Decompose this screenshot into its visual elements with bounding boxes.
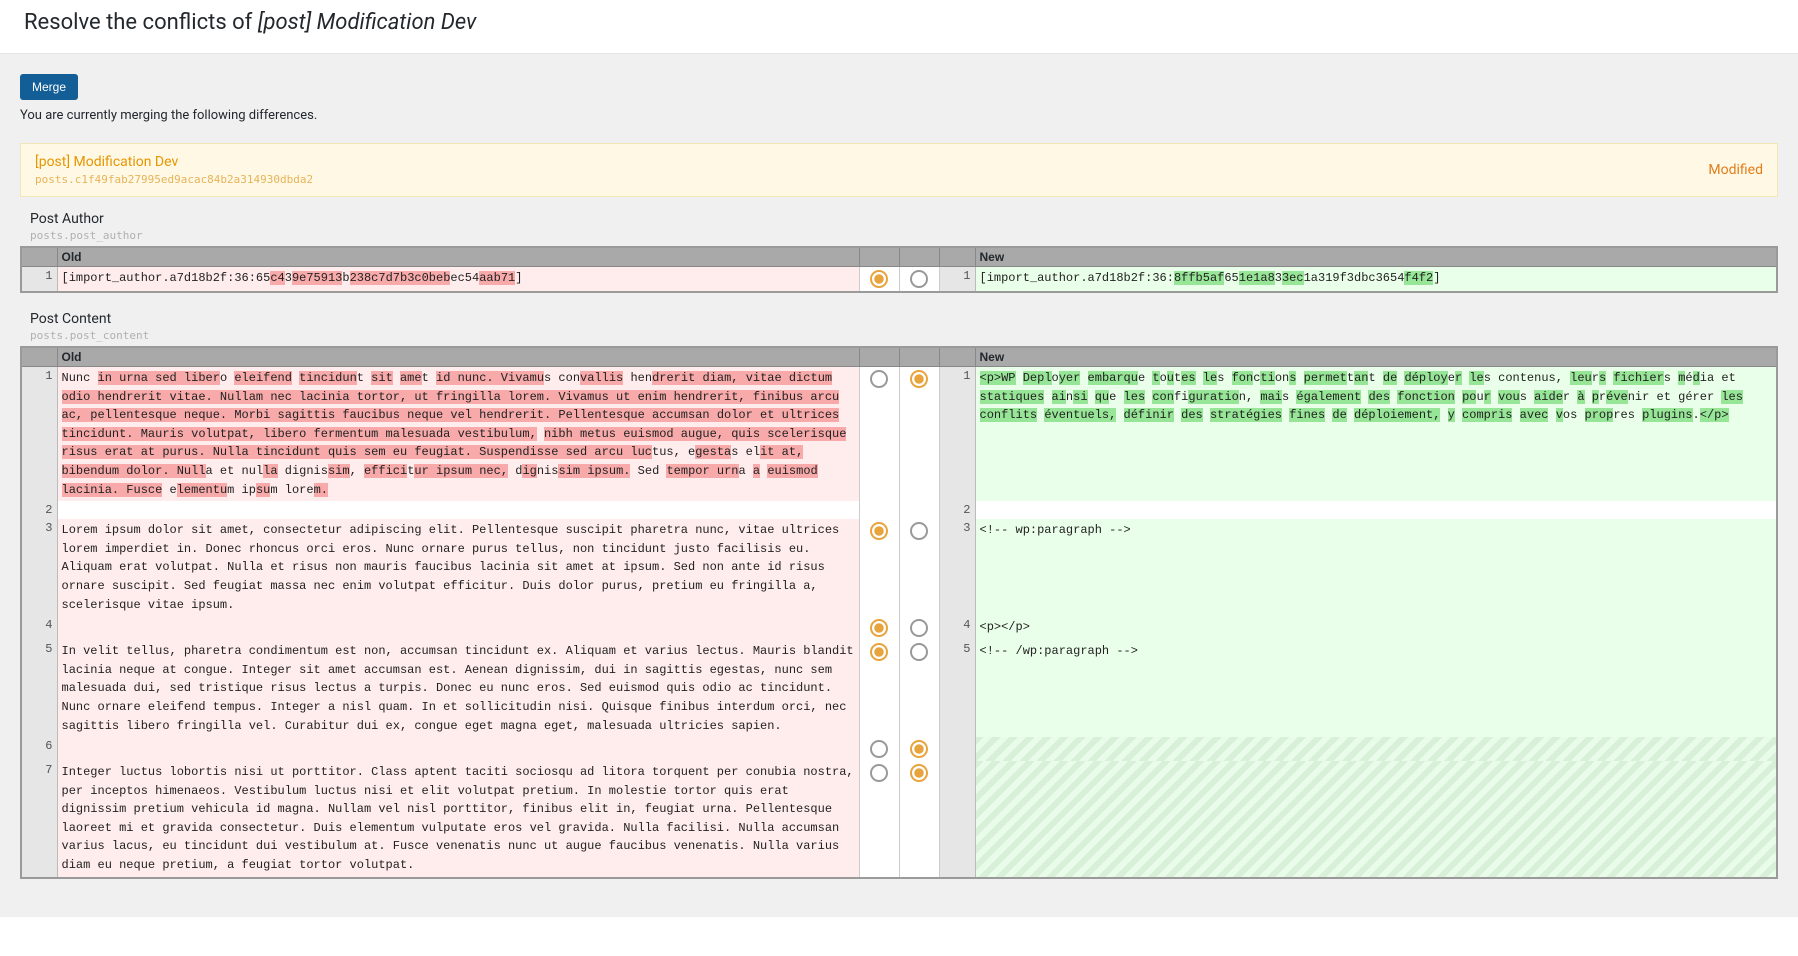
diff-old-cell — [57, 501, 859, 519]
line-number: 1 — [21, 267, 57, 293]
content-diff-table: Old New 1Nunc in urna sed libero eleifen… — [20, 346, 1778, 879]
select-new-radio[interactable] — [910, 370, 928, 388]
line-number: 4 — [939, 616, 975, 640]
diff-new-cell: <p></p> — [975, 616, 1777, 640]
author-new-head: New — [975, 247, 1777, 267]
select-new-radio[interactable] — [910, 643, 928, 661]
line-number: 4 — [21, 616, 57, 640]
line-number — [939, 761, 975, 878]
diff-new-cell — [975, 761, 1777, 878]
intro-text: You are currently merging the following … — [20, 108, 1778, 123]
author-old-value: [import_author.a7d18b2f:36:65c439e75913b… — [57, 267, 859, 293]
diff-old-cell — [57, 737, 859, 761]
line-number: 3 — [21, 519, 57, 616]
line-number — [939, 737, 975, 761]
select-new-radio[interactable] — [910, 619, 928, 637]
banner-status: Modified — [1708, 162, 1763, 178]
diff-old-cell: Integer luctus lobortis nisi ut porttito… — [57, 761, 859, 878]
banner-hash: posts.c1f49fab27995ed9acac84b2a314930dbd… — [35, 173, 1763, 186]
content-old-head: Old — [57, 347, 859, 367]
select-old-radio[interactable] — [870, 619, 888, 637]
page-header: Resolve the conflicts of [post] Modifica… — [0, 0, 1798, 54]
select-old-radio[interactable] — [870, 643, 888, 661]
select-new-radio[interactable] — [910, 522, 928, 540]
author-sublabel: posts.post_author — [20, 229, 1778, 242]
content-new-head: New — [975, 347, 1777, 367]
author-old-head: Old — [57, 247, 859, 267]
banner-title: [post] Modification Dev — [35, 154, 1763, 170]
author-new-value: [import_author.a7d18b2f:36:8ffb5af651e1a… — [975, 267, 1777, 293]
author-diff-table: Old New 1 [import_author.a7d18b2f:36:65c… — [20, 246, 1778, 293]
main-area: Merge You are currently merging the foll… — [0, 54, 1798, 917]
author-label: Post Author — [20, 211, 1778, 227]
diff-new-cell: <!-- /wp:paragraph --> — [975, 640, 1777, 737]
diff-old-cell: In velit tellus, pharetra condimentum es… — [57, 640, 859, 737]
line-number: 2 — [939, 501, 975, 519]
line-number: 1 — [21, 367, 57, 502]
select-new-radio[interactable] — [910, 764, 928, 782]
diff-old-cell: Nunc in urna sed libero eleifend tincidu… — [57, 367, 859, 502]
line-number: 5 — [21, 640, 57, 737]
merge-button[interactable]: Merge — [20, 74, 78, 100]
select-old-radio[interactable] — [870, 522, 888, 540]
select-new-radio[interactable] — [910, 270, 928, 288]
select-new-radio[interactable] — [910, 740, 928, 758]
line-number: 3 — [939, 519, 975, 616]
diff-new-cell: <!-- wp:paragraph --> — [975, 519, 1777, 616]
select-old-radio[interactable] — [870, 270, 888, 288]
diff-new-cell: <p>WP Deployer embarque toutes les fonct… — [975, 367, 1777, 502]
post-banner: [post] Modification Dev posts.c1f49fab27… — [20, 143, 1778, 197]
line-number: 2 — [21, 501, 57, 519]
line-number: 6 — [21, 737, 57, 761]
select-old-radio[interactable] — [870, 764, 888, 782]
select-old-radio[interactable] — [870, 740, 888, 758]
content-label: Post Content — [20, 311, 1778, 327]
line-number: 1 — [939, 267, 975, 293]
diff-new-cell — [975, 501, 1777, 519]
line-number: 7 — [21, 761, 57, 878]
diff-new-cell — [975, 737, 1777, 761]
line-number: 5 — [939, 640, 975, 737]
diff-old-cell — [57, 616, 859, 640]
content-sublabel: posts.post_content — [20, 329, 1778, 342]
line-number: 1 — [939, 367, 975, 502]
diff-old-cell: Lorem ipsum dolor sit amet, consectetur … — [57, 519, 859, 616]
page-title: Resolve the conflicts of [post] Modifica… — [24, 10, 1774, 35]
select-old-radio[interactable] — [870, 370, 888, 388]
